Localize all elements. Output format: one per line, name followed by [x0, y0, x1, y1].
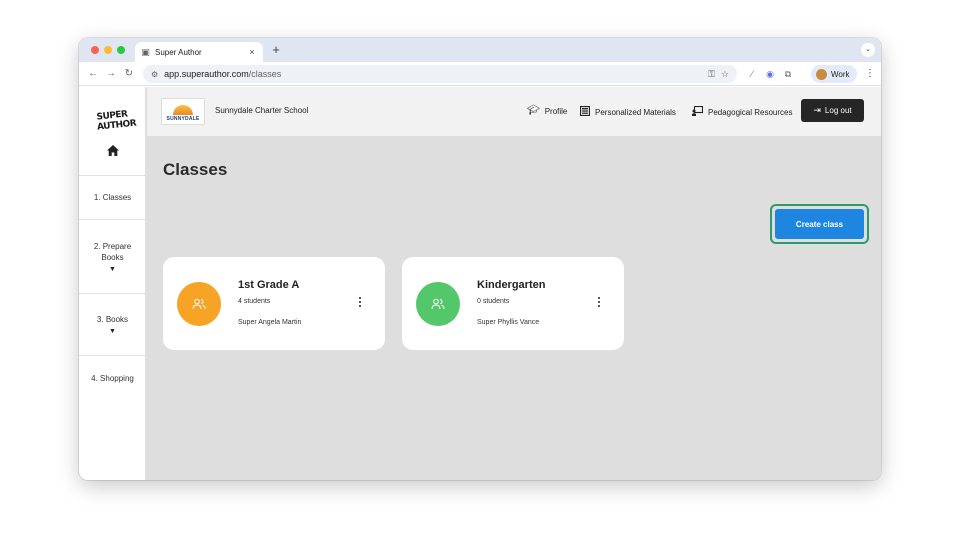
- class-menu-icon[interactable]: [594, 295, 604, 309]
- favicon-icon: ▣: [141, 46, 150, 57]
- browser-toolbar: ← → ↻ ⚙ app.superauthor.com/classes ⚿ ☆ …: [79, 62, 881, 86]
- nav-profile[interactable]: 🎓︎ Profile: [527, 106, 567, 116]
- create-class-button[interactable]: Create class: [775, 209, 864, 239]
- sidebar-item-label: 3. Books: [96, 315, 129, 324]
- class-avatar: [416, 282, 460, 326]
- sidebar-item-classes[interactable]: 1. Classes: [79, 175, 146, 219]
- sidebar-item-label: 2. Prepare Books: [93, 241, 132, 262]
- class-card[interactable]: 1st Grade A 4 students Super Angela Mart…: [163, 257, 385, 350]
- home-icon[interactable]: [79, 145, 146, 159]
- extension-badge-icon[interactable]: ◉: [763, 67, 777, 81]
- sun-icon: [173, 105, 193, 115]
- tab-search-icon[interactable]: ⌄: [861, 43, 875, 57]
- page-title: Classes: [163, 160, 228, 179]
- tab-close-icon[interactable]: ×: [247, 47, 257, 57]
- caret-down-icon: ▼: [109, 328, 116, 335]
- class-avatar: [177, 282, 221, 326]
- class-student-count: 0 students: [477, 298, 510, 305]
- pen-extension-icon[interactable]: ∕: [745, 67, 759, 81]
- app-page: SUPER AUTHOR 1. Classes 2. Prepare Books…: [79, 87, 881, 480]
- reload-icon[interactable]: ↻: [123, 67, 135, 81]
- address-bar[interactable]: ⚙ app.superauthor.com/classes ⚿ ☆: [143, 65, 737, 83]
- nav-pedagogical-resources[interactable]: Pedagogical Resources: [692, 105, 793, 119]
- users-icon: [431, 298, 445, 310]
- browser-menu-icon[interactable]: ⋮: [865, 67, 875, 81]
- class-teacher: Super Angela Martin: [238, 319, 302, 326]
- extensions-puzzle-icon[interactable]: ⧉: [781, 67, 795, 81]
- class-teacher: Super Phyllis Vance: [477, 319, 540, 326]
- browser-window: ▣ Super Author × + ⌄ ← → ↻ ⚙ app.superau…: [79, 38, 881, 480]
- logout-icon: ⇥: [813, 105, 821, 115]
- caret-down-icon: ▼: [109, 265, 116, 273]
- password-key-icon[interactable]: ⚿: [708, 69, 715, 80]
- tab-title: Super Author: [155, 47, 202, 57]
- app-header: SUNNYDALE Sunnydale Charter School 🎓︎ Pr…: [147, 87, 881, 136]
- browser-tab[interactable]: ▣ Super Author ×: [135, 42, 263, 62]
- back-icon[interactable]: ←: [87, 67, 99, 81]
- class-card[interactable]: Kindergarten 0 students Super Phyllis Va…: [402, 257, 624, 350]
- nav-personalized-materials[interactable]: Personalized Materials: [579, 105, 676, 119]
- super-author-logo[interactable]: SUPER AUTHOR: [96, 109, 137, 140]
- class-student-count: 4 students: [238, 298, 271, 305]
- profile-label: Work: [831, 69, 850, 79]
- maximize-window-button[interactable]: [117, 46, 125, 54]
- school-name: Sunnydale Charter School: [215, 106, 309, 115]
- school-logo: SUNNYDALE: [161, 98, 205, 125]
- class-name: 1st Grade A: [238, 279, 300, 291]
- sidebar-item-books[interactable]: 3. Books ▼: [79, 293, 146, 355]
- users-icon: [192, 298, 206, 310]
- minimize-window-button[interactable]: [104, 46, 112, 54]
- newspaper-icon: [579, 105, 591, 119]
- new-tab-button[interactable]: +: [269, 43, 283, 57]
- profile-avatar: [816, 68, 827, 80]
- sidebar-item-label: 1. Classes: [93, 193, 132, 202]
- close-window-button[interactable]: [91, 46, 99, 54]
- chalkboard-teacher-icon: [692, 105, 704, 119]
- tab-strip: ▣ Super Author × + ⌄: [79, 38, 881, 62]
- sidebar-item-shopping[interactable]: 4. Shopping: [79, 355, 146, 401]
- create-class-focus-ring: Create class: [770, 204, 869, 244]
- sidebar-item-label: 4. Shopping: [91, 374, 134, 383]
- graduation-cap-icon: 🎓︎: [527, 105, 540, 116]
- forward-icon[interactable]: →: [105, 67, 117, 81]
- sidebar: SUPER AUTHOR 1. Classes 2. Prepare Books…: [79, 87, 146, 480]
- url-text: app.superauthor.com/classes: [164, 69, 282, 79]
- profile-chip[interactable]: Work: [811, 65, 857, 83]
- class-name: Kindergarten: [477, 279, 546, 291]
- bookmark-star-icon[interactable]: ☆: [721, 69, 729, 80]
- logout-button[interactable]: ⇥ Log out: [801, 99, 864, 122]
- site-settings-icon[interactable]: ⚙: [151, 70, 158, 79]
- class-menu-icon[interactable]: [355, 295, 365, 309]
- sidebar-item-prepare-books[interactable]: 2. Prepare Books ▼: [79, 219, 146, 293]
